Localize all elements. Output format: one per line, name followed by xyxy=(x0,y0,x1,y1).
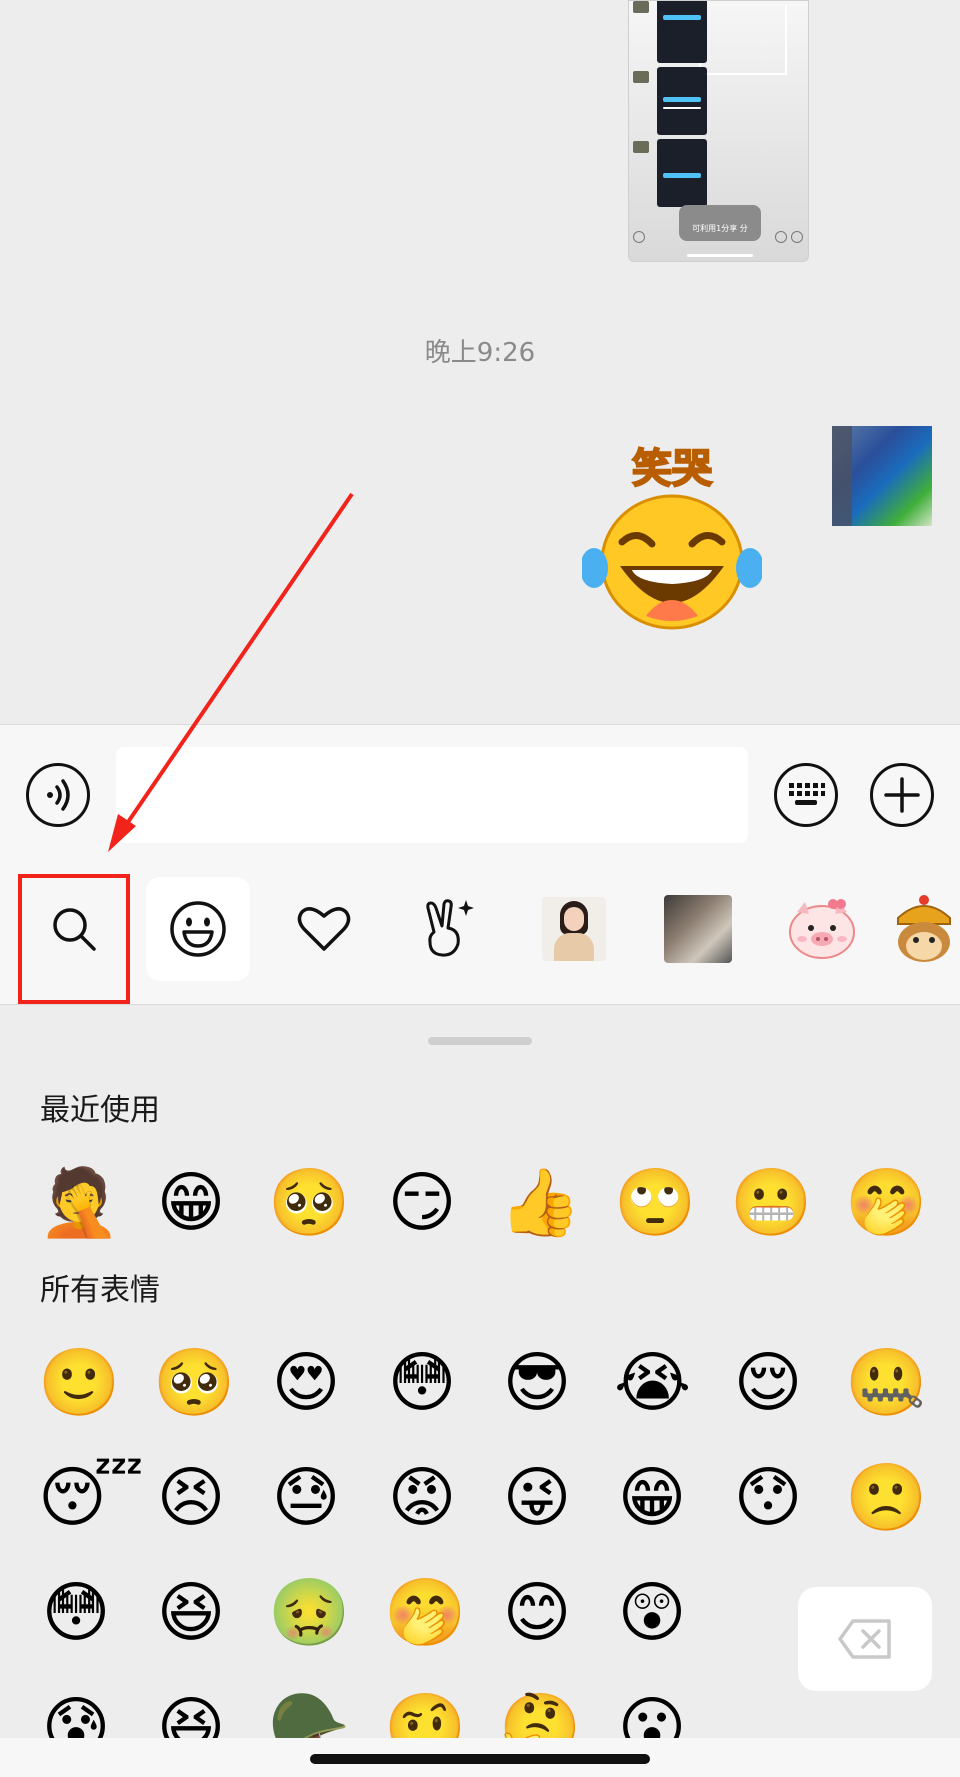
emoji-cell[interactable]: 😎 xyxy=(499,1345,575,1421)
more-button[interactable] xyxy=(870,763,934,827)
emoji-cell[interactable]: 🤭 xyxy=(384,1575,466,1651)
thumb xyxy=(633,71,649,83)
screenshot-message[interactable]: 可利用1分享 分 xyxy=(628,0,809,262)
emoji-cell[interactable]: 😭 xyxy=(614,1345,691,1421)
plus-icon xyxy=(884,777,920,813)
emoji-cell[interactable]: 🤭 xyxy=(845,1165,927,1241)
avatar[interactable] xyxy=(832,426,932,526)
delete-button[interactable] xyxy=(798,1587,932,1691)
homebar xyxy=(687,254,753,257)
tab-emoji[interactable] xyxy=(146,877,250,981)
tab-pack-3[interactable] xyxy=(770,877,874,981)
emoji-cell[interactable]: 🙂 xyxy=(38,1345,120,1421)
emoji-tab-bar xyxy=(0,873,960,1003)
pig-icon xyxy=(789,899,855,959)
laughing-sticker-message[interactable]: 笑哭 xyxy=(582,436,762,646)
tears-of-joy-icon xyxy=(582,494,762,630)
frame xyxy=(699,5,787,75)
chat-area: 可利用1分享 分 晚上9:26 笑哭 xyxy=(0,0,960,724)
recent-section-title: 最近使用 xyxy=(40,1093,160,1128)
monkey-king-icon xyxy=(897,895,951,962)
strip xyxy=(657,139,707,207)
emoji-cell[interactable]: 🙄 xyxy=(614,1165,696,1241)
sticker-caption: 笑哭 xyxy=(631,445,713,493)
emoji-cell[interactable]: 😁 xyxy=(614,1460,690,1536)
emoji-cell[interactable]: 😌 xyxy=(730,1345,806,1421)
tab-pack-4[interactable] xyxy=(894,877,960,981)
victory-hand-icon xyxy=(426,899,474,957)
heart-icon xyxy=(297,907,351,951)
emoji-cell[interactable]: 🙁 xyxy=(845,1460,927,1536)
tab-stickers[interactable] xyxy=(396,877,500,981)
strip xyxy=(657,1,707,63)
smiley-icon xyxy=(170,901,226,957)
thumb xyxy=(633,141,649,153)
emoji-cell[interactable]: 😬 xyxy=(730,1165,812,1241)
emoji-cell[interactable]: 🥺 xyxy=(268,1165,350,1241)
emoji-cell[interactable]: 🤢 xyxy=(268,1575,350,1651)
emoji-cell[interactable]: 😜 xyxy=(499,1460,575,1536)
dot xyxy=(633,231,645,243)
strip xyxy=(657,67,707,135)
keyboard-icon xyxy=(789,783,825,805)
dot xyxy=(775,231,787,243)
search-highlight-box xyxy=(18,874,130,1004)
emoji-panel: 最近使用 🤦 😁 🥺 😏 👍 🙄 😬 🤭 所有表情 🙂 🥺 😍 😳 😎 😭 😌 🤐 😴 😣 😓 😡 😜 😁 😯 🙁 😳 😆 🤢 🤭 😊… xyxy=(0,1005,960,1777)
voice-icon xyxy=(47,779,70,811)
keyboard-button[interactable] xyxy=(774,763,838,827)
screenshot-toast: 可利用1分享 分 xyxy=(679,205,761,241)
all-section-title: 所有表情 xyxy=(40,1273,160,1308)
emoji-cell[interactable]: 😏 xyxy=(384,1165,460,1241)
emoji-cell[interactable]: 😡 xyxy=(384,1460,460,1536)
emoji-cell[interactable]: 😲 xyxy=(614,1575,690,1651)
emoji-cell[interactable]: 😳 xyxy=(384,1345,460,1421)
emoji-cell[interactable]: 🤦 xyxy=(38,1165,120,1241)
tab-favorites[interactable] xyxy=(272,877,376,981)
message-input[interactable] xyxy=(116,747,748,843)
tab-pack-2[interactable] xyxy=(646,877,750,981)
panel-drag-handle[interactable] xyxy=(428,1037,532,1045)
home-indicator[interactable] xyxy=(310,1754,650,1764)
thumb xyxy=(633,1,649,13)
tab-pack-1[interactable] xyxy=(522,877,626,981)
input-bar xyxy=(0,724,960,1004)
message-timestamp: 晚上9:26 xyxy=(424,338,536,368)
emoji-cell[interactable]: 😆 xyxy=(153,1575,229,1651)
emoji-cell[interactable]: 😳 xyxy=(38,1575,114,1651)
voice-button[interactable] xyxy=(26,763,90,827)
emoji-cell[interactable]: 😁 xyxy=(153,1165,229,1241)
emoji-cell[interactable]: 😣 xyxy=(153,1460,229,1536)
woman-sticker-icon xyxy=(542,897,606,961)
emoji-cell[interactable]: 😊 xyxy=(499,1575,575,1651)
emoji-cell[interactable]: 😓 xyxy=(268,1460,344,1536)
emoji-cell[interactable]: 😴 xyxy=(38,1460,144,1536)
emoji-cell[interactable]: 😯 xyxy=(730,1460,806,1536)
backspace-icon xyxy=(838,1619,891,1659)
emoji-cell[interactable]: 👍 xyxy=(499,1165,581,1241)
system-nav-bar xyxy=(0,1738,960,1777)
emoji-cell[interactable]: 😍 xyxy=(268,1345,344,1421)
emoji-cell[interactable]: 🥺 xyxy=(153,1345,235,1421)
dot xyxy=(791,231,803,243)
cat-sticker-icon xyxy=(664,895,732,963)
emoji-cell[interactable]: 🤐 xyxy=(845,1345,927,1421)
